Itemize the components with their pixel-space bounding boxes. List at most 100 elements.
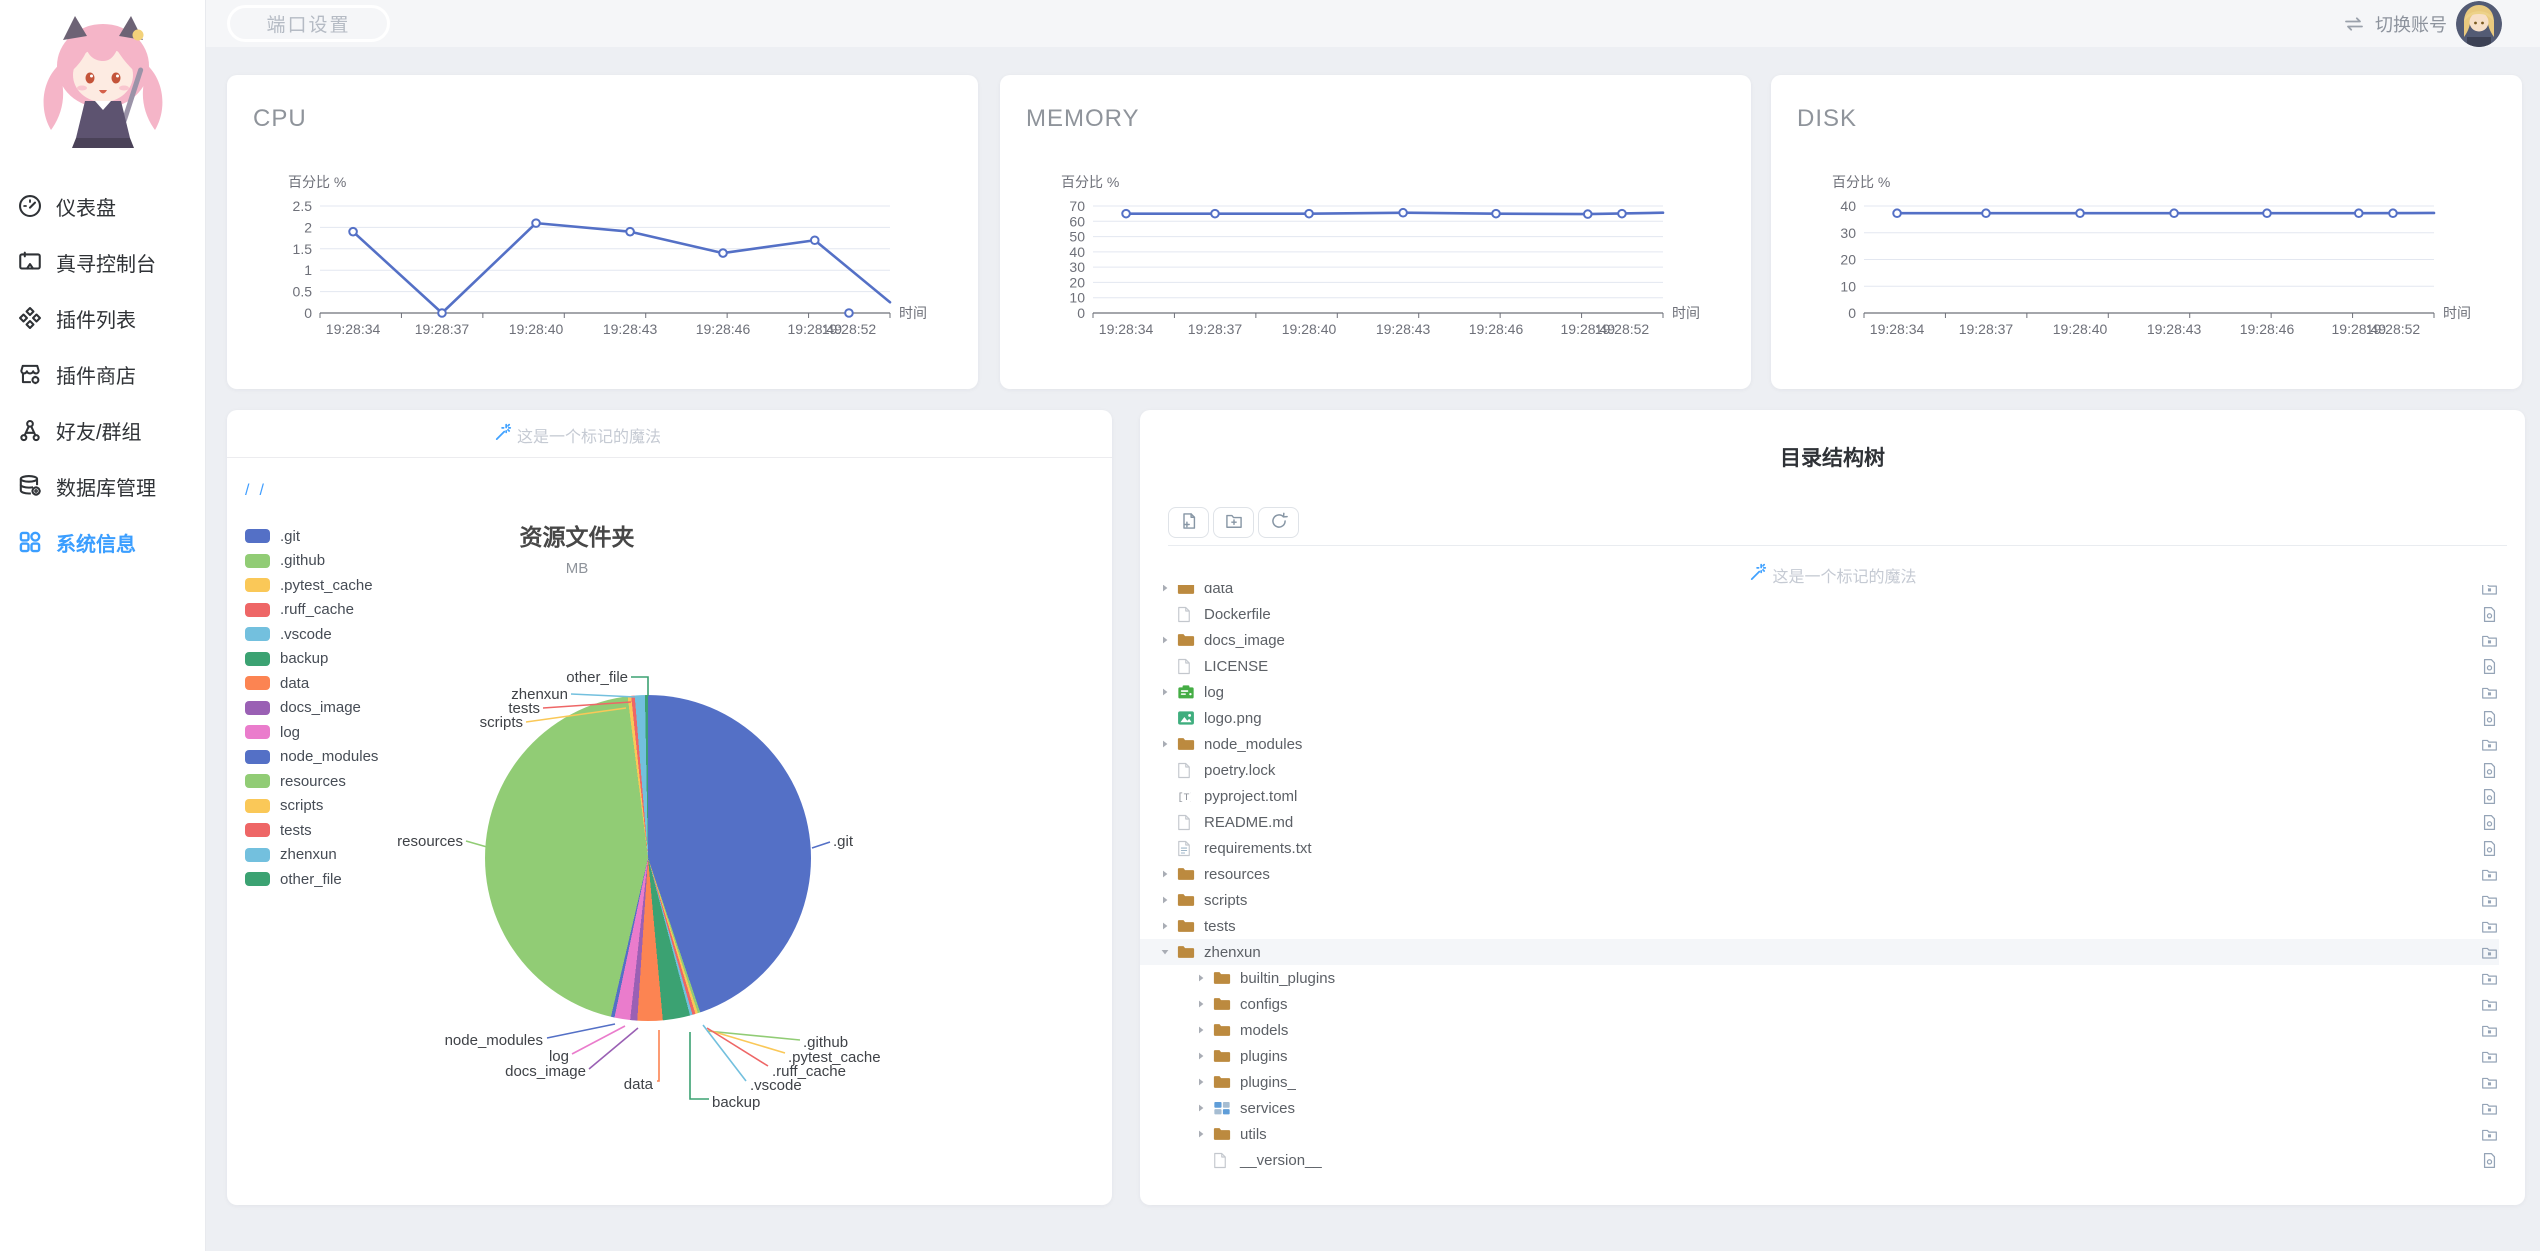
caret-collapsed-icon[interactable] [1196, 1025, 1211, 1035]
file-download-icon[interactable] [2479, 1151, 2499, 1170]
user-avatar[interactable] [2456, 0, 2502, 47]
caret-collapsed-icon[interactable] [1160, 921, 1175, 931]
folder-download-icon[interactable] [2479, 683, 2499, 702]
folder-download-icon[interactable] [2479, 1047, 2499, 1066]
tree-row[interactable]: plugins_ [1140, 1069, 2499, 1095]
tree-row[interactable]: __version__ [1140, 1147, 2499, 1173]
caret-collapsed-icon[interactable] [1196, 1051, 1211, 1061]
tree-row[interactable]: utils [1140, 1121, 2499, 1147]
tree-row[interactable]: log [1140, 679, 2499, 705]
disk-line-chart[interactable]: 0 10 20 30 40 19:28:34 19:28:37 19:28:40 19:28:4… [1771, 75, 2522, 389]
tree-row[interactable]: models [1140, 1017, 2499, 1043]
legend-item[interactable]: docs_image [245, 696, 378, 721]
tree-row[interactable]: README.md [1140, 809, 2499, 835]
legend-item[interactable]: resources [245, 769, 378, 794]
folder-download-icon[interactable] [2479, 1021, 2499, 1040]
legend-item[interactable]: .vscode [245, 622, 378, 647]
sidebar-item-console[interactable]: 真寻控制台 [0, 234, 205, 290]
tree-row[interactable]: configs [1140, 991, 2499, 1017]
tree-row[interactable]: Dockerfile [1140, 601, 2499, 627]
tree-row[interactable]: resources [1140, 861, 2499, 887]
legend-item[interactable]: tests [245, 818, 378, 843]
folder-download-icon[interactable] [2479, 917, 2499, 936]
folder-download-icon[interactable] [2479, 969, 2499, 988]
caret-collapsed-icon[interactable] [1196, 1103, 1211, 1113]
folder-download-icon[interactable] [2479, 1073, 2499, 1092]
file-download-icon[interactable] [2479, 787, 2499, 806]
new-file-button[interactable] [1168, 507, 1209, 538]
tree-row[interactable]: node_modules [1140, 731, 2499, 757]
folder-download-icon[interactable] [2479, 585, 2499, 598]
switch-account-label[interactable]: 切换账号 [2375, 11, 2447, 37]
caret-collapsed-icon[interactable] [1196, 973, 1211, 983]
legend-item[interactable]: backup [245, 647, 378, 672]
legend-swatch [245, 847, 270, 862]
new-folder-button[interactable] [1213, 507, 1254, 538]
caret-collapsed-icon[interactable] [1160, 687, 1175, 697]
folder-download-icon[interactable] [2479, 1125, 2499, 1144]
tree-row[interactable]: services [1140, 1095, 2499, 1121]
svg-text:19:28:34: 19:28:34 [1870, 321, 1925, 337]
file-download-icon[interactable] [2479, 839, 2499, 858]
file-download-icon[interactable] [2479, 761, 2499, 780]
folder-download-icon[interactable] [2479, 631, 2499, 650]
legend-item[interactable]: node_modules [245, 745, 378, 770]
tree-row[interactable]: docs_image [1140, 627, 2499, 653]
sidebar-item-friends-groups[interactable]: 好友/群组 [0, 402, 205, 458]
port-settings-button[interactable]: 端口设置 [227, 5, 390, 42]
tree-row[interactable]: data [1140, 585, 2499, 601]
caret-collapsed-icon[interactable] [1196, 1077, 1211, 1087]
caret-collapsed-icon[interactable] [1160, 585, 1175, 593]
tree-row[interactable]: [T] pyproject.toml [1140, 783, 2499, 809]
caret-collapsed-icon[interactable] [1160, 739, 1175, 749]
caret-collapsed-icon[interactable] [1160, 895, 1175, 905]
folder-download-icon[interactable] [2479, 943, 2499, 962]
folder-download-icon[interactable] [2479, 995, 2499, 1014]
caret-collapsed-icon[interactable] [1160, 635, 1175, 645]
tree-row[interactable]: tests [1140, 913, 2499, 939]
folder-download-icon[interactable] [2479, 865, 2499, 884]
refresh-button[interactable] [1258, 507, 1299, 538]
caret-collapsed-icon[interactable] [1160, 869, 1175, 879]
cpu-line-chart[interactable]: 0 0.5 1 1.5 2 2.5 19:28:34 19:28:37 19:28:40 19:2… [227, 75, 978, 389]
caret-expanded-icon[interactable] [1160, 947, 1175, 957]
sidebar-item-database[interactable]: 数据库管理 [0, 458, 205, 514]
folder-download-icon[interactable] [2479, 1099, 2499, 1118]
legend-item[interactable]: other_file [245, 867, 378, 892]
legend-item[interactable]: scripts [245, 794, 378, 819]
sidebar-item-dashboard[interactable]: 仪表盘 [0, 178, 205, 234]
legend-item[interactable]: .github [245, 549, 378, 574]
tree-row[interactable]: poetry.lock [1140, 757, 2499, 783]
legend-item[interactable]: log [245, 720, 378, 745]
file-download-icon[interactable] [2479, 605, 2499, 624]
legend-item[interactable]: zhenxun [245, 843, 378, 868]
resource-pie-chart[interactable] [485, 695, 811, 1021]
tree-row[interactable]: LICENSE [1140, 653, 2499, 679]
tree-row[interactable]: scripts [1140, 887, 2499, 913]
tree-item-name: docs_image [1204, 631, 1285, 649]
sidebar-item-plugin-list[interactable]: 插件列表 [0, 290, 205, 346]
sidebar-item-system-info[interactable]: 系统信息 [0, 514, 205, 570]
folder-download-icon[interactable] [2479, 891, 2499, 910]
sidebar-item-plugin-store[interactable]: 插件商店 [0, 346, 205, 402]
tree-row[interactable]: zhenxun [1140, 939, 2499, 965]
legend-item[interactable]: .pytest_cache [245, 573, 378, 598]
legend-swatch [245, 700, 270, 715]
legend-item[interactable]: .git [245, 524, 378, 549]
file-download-icon[interactable] [2479, 813, 2499, 832]
legend-item[interactable]: data [245, 671, 378, 696]
breadcrumb[interactable]: / / [245, 482, 264, 500]
legend-item[interactable]: .ruff_cache [245, 598, 378, 623]
caret-collapsed-icon[interactable] [1196, 1129, 1211, 1139]
file-download-icon[interactable] [2479, 657, 2499, 676]
breadcrumb-segment[interactable]: / [245, 482, 249, 500]
breadcrumb-segment[interactable]: / [259, 482, 263, 500]
folder-download-icon[interactable] [2479, 735, 2499, 754]
memory-line-chart[interactable]: 0 10 20 30 40 50 60 70 19:28:34 19:28:37 19:28:40 1… [1000, 75, 1751, 389]
file-download-icon[interactable] [2479, 709, 2499, 728]
tree-row[interactable]: plugins [1140, 1043, 2499, 1069]
tree-row[interactable]: requirements.txt [1140, 835, 2499, 861]
tree-row[interactable]: builtin_plugins [1140, 965, 2499, 991]
tree-row[interactable]: logo.png [1140, 705, 2499, 731]
caret-collapsed-icon[interactable] [1196, 999, 1211, 1009]
